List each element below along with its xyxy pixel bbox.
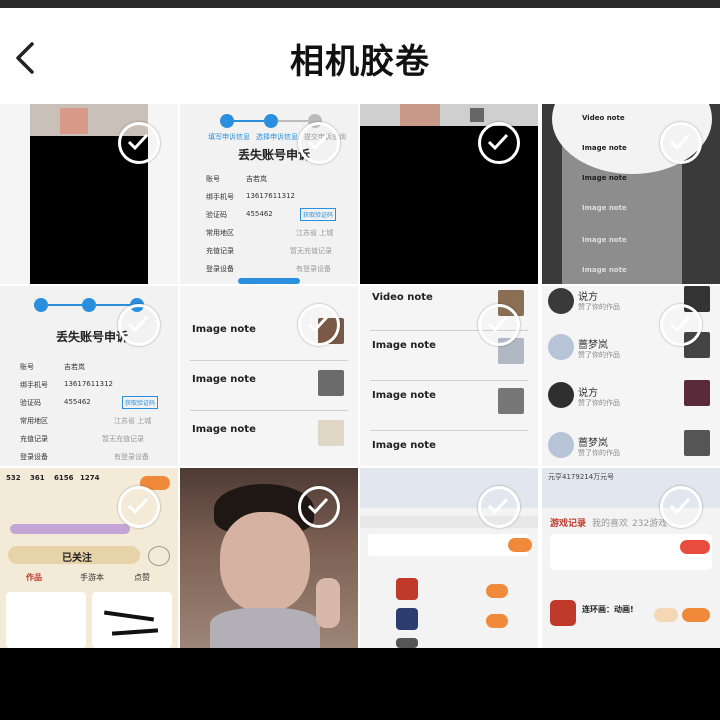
- selected-check-icon: [298, 304, 340, 346]
- photo-thumbnail-2[interactable]: 填写申诉信息 选择申诉信息 提交申诉查询 丢失账号申诉 账号 吉若岚 绑手机号 …: [180, 104, 358, 284]
- photo-thumbnail-3[interactable]: [360, 104, 538, 284]
- photo-thumbnail-11[interactable]: [360, 468, 538, 648]
- selected-check-icon: [118, 486, 160, 528]
- selected-check-icon: [660, 122, 702, 164]
- selected-check-icon: [478, 304, 520, 346]
- page-title: 相机胶卷: [290, 42, 430, 82]
- photo-thumbnail-12[interactable]: 元亨4179214万元号 游戏记录 我的喜欢 232游戏 连环画：动画!: [542, 468, 720, 648]
- photo-thumbnail-1[interactable]: [0, 104, 178, 284]
- bottom-bar: [0, 648, 720, 720]
- photo-thumbnail-4[interactable]: Video note Image note Image note Image n…: [542, 104, 720, 284]
- photo-thumbnail-6[interactable]: Image note Image note Image note: [180, 286, 358, 466]
- photo-thumbnail-9[interactable]: 532 361 6156 1274 已关注 作品 手游本 点赞: [0, 468, 178, 648]
- header: 相机胶卷: [0, 8, 720, 104]
- photo-thumbnail-5[interactable]: 丢失账号申诉 账号 吉若岚 绑手机号 13617611312 验证码 45546…: [0, 286, 178, 466]
- status-bar: [0, 0, 720, 8]
- selected-check-icon: [660, 486, 702, 528]
- photo-thumbnail-8[interactable]: 说方 赞了你的作品 蔷梦岚 赞了你的作品 说方 赞了你的作品 蔷梦岚 赞了你的作…: [542, 286, 720, 466]
- selected-check-icon: [478, 486, 520, 528]
- selected-check-icon: [298, 122, 340, 164]
- selected-check-icon: [118, 122, 160, 164]
- selected-check-icon: [478, 122, 520, 164]
- photo-grid: 填写申诉信息 选择申诉信息 提交申诉查询 丢失账号申诉 账号 吉若岚 绑手机号 …: [0, 104, 720, 648]
- selected-check-icon: [660, 304, 702, 346]
- selected-check-icon: [118, 304, 160, 346]
- photo-thumbnail-10[interactable]: [180, 468, 358, 648]
- selected-check-icon: [298, 486, 340, 528]
- photo-thumbnail-7[interactable]: Video note Image note Image note Image n…: [360, 286, 538, 466]
